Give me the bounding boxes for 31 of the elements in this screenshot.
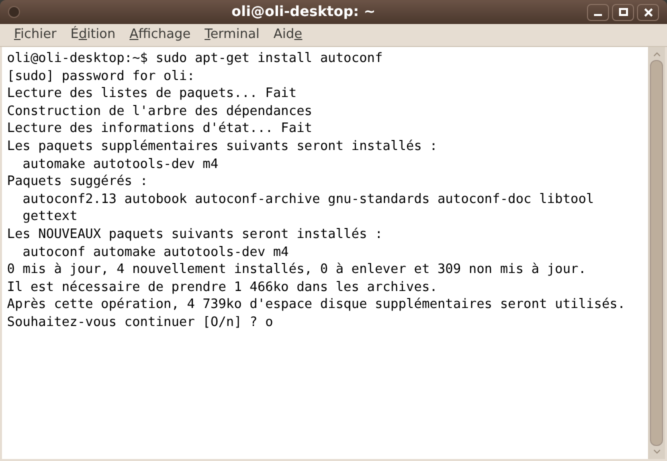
menu-item[interactable]: Fichier <box>8 25 62 45</box>
terminal-line: Paquets suggérés : <box>7 173 148 191</box>
terminal-line: [sudo] password for oli: <box>7 68 195 86</box>
terminal-line: Il est nécessaire de prendre 1 466ko dans les archives. <box>7 278 438 296</box>
window-title: oli@oli-desktop: ~ <box>232 2 376 22</box>
menu-item[interactable]: Affichage <box>124 25 197 45</box>
maximize-button[interactable] <box>612 4 634 20</box>
terminal-line: Lecture des listes de paquets... Fait <box>7 85 297 103</box>
terminal-line: gettext <box>22 208 78 226</box>
scrollbar-thumb[interactable] <box>650 60 663 446</box>
menu-item[interactable]: Édition <box>64 25 122 45</box>
close-icon <box>644 8 652 16</box>
menu-item[interactable]: Terminal <box>198 25 266 45</box>
terminal-line: autoconf automake autotools-dev m4 <box>22 244 289 262</box>
terminal-line: automake autotools-dev m4 <box>22 156 218 174</box>
terminal-line: 0 mis à jour, 4 nouvellement installés, 0 à enlever et 309 non mis à jour. <box>7 261 586 279</box>
terminal-line: Construction de l'arbre des dépendances <box>7 102 312 120</box>
scrollbar[interactable] <box>648 47 665 459</box>
terminal-line: Souhaitez-vous continuer [O/n] ? o <box>7 314 274 332</box>
scroll-down-icon[interactable] <box>652 449 660 455</box>
terminal-line: Lecture des informations d'état... Fait <box>7 120 312 138</box>
terminal-line: autoconf2.13 autobook autoconf-archive gnu-standards autoconf-doc libtool <box>22 190 594 208</box>
menu-item[interactable]: Aide <box>268 25 308 45</box>
terminal-line: Les paquets supplémentaires suivants seront installés : <box>7 138 438 156</box>
terminal-line: oli@oli-desktop:~$ sudo apt-get install autoconf <box>7 50 383 68</box>
close-button[interactable] <box>637 4 659 20</box>
terminal-line: Après cette opération, 4 739ko d'espace disque supplémentaires seront utilisés. <box>7 296 626 314</box>
minimize-button[interactable] <box>587 4 609 20</box>
terminal-line: Les NOUVEAUX paquets suivants seront installés : <box>7 226 383 244</box>
window-menu-icon[interactable] <box>8 6 20 18</box>
scroll-up-icon[interactable] <box>652 51 660 57</box>
